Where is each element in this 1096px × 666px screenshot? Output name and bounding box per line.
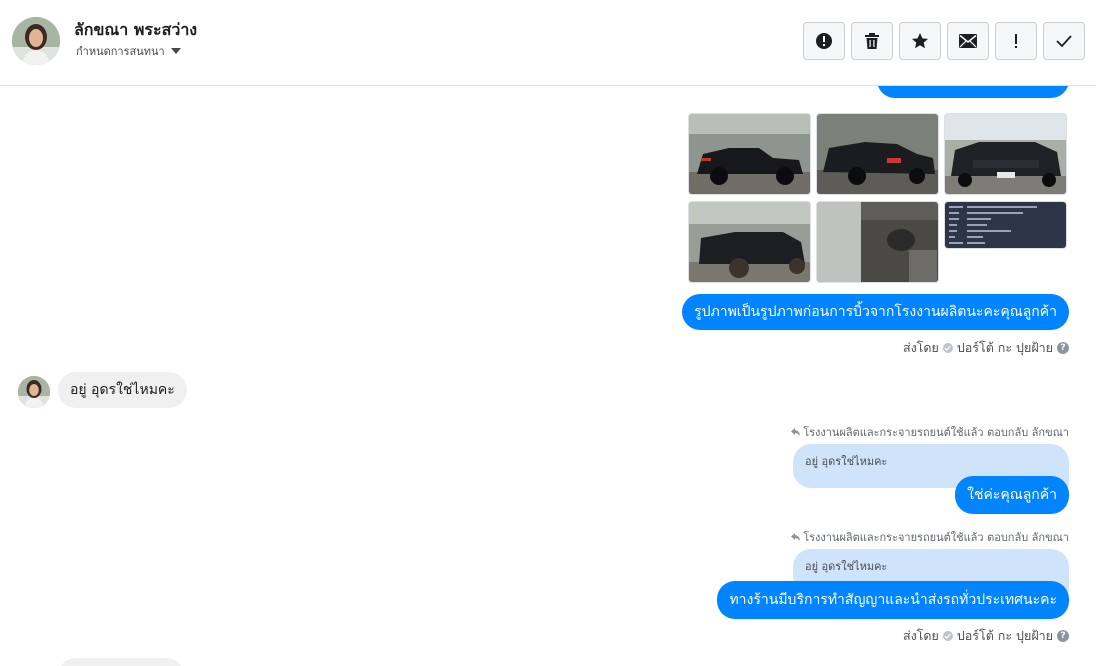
photo-thumbnail[interactable] [944, 201, 1067, 249]
trash-icon [865, 33, 879, 49]
message-bubble-incoming[interactable] [58, 658, 184, 666]
reply-arrow-icon [791, 533, 801, 541]
conversation-toolbar [803, 22, 1085, 60]
quoted-text: อยู่ อุดรใช่ไหมคะ [805, 455, 888, 468]
report-button[interactable] [803, 22, 845, 60]
reply-context-text: โรงงานผลิตและกระจายรถยนต์ใช้แล้ว ตอบกลับ… [803, 426, 1069, 439]
contact-avatar-small[interactable] [18, 376, 50, 408]
delete-button[interactable] [851, 22, 893, 60]
reply-arrow-icon [791, 428, 801, 436]
sender-name[interactable]: ปอร์โต้ กะ ปุยฝ้าย [957, 338, 1053, 358]
envelope-icon [959, 34, 977, 48]
mark-done-button[interactable] [1043, 22, 1085, 60]
sent-by-label: ส่งโดย [902, 628, 939, 643]
message-thread[interactable]: รูปภาพเป็นรูปภาพก่อนการบิ้วจากโรงงานผลิต… [0, 86, 1096, 666]
quoted-text: อยู่ อุดรใช่ไหมคะ [805, 560, 888, 573]
conversation-header: ลักขณา พระสว่าง กำหนดการสนทนา [0, 0, 1096, 86]
message-bubble-outgoing[interactable]: ทางร้านมีบริการทำสัญญาและนำส่งรถทั่วประเ… [717, 581, 1069, 619]
check-icon [1056, 35, 1072, 48]
help-icon[interactable]: ? [1057, 342, 1069, 354]
message-text: อยู่ อุดรใช่ไหมคะ [70, 382, 175, 398]
message-bubble-outgoing[interactable]: รูปภาพเป็นรูปภาพก่อนการบิ้วจากโรงงานผลิต… [682, 294, 1069, 330]
message-text: รูปภาพเป็นรูปภาพก่อนการบิ้วจากโรงงานผลิต… [694, 304, 1057, 320]
photo-thumbnail[interactable] [944, 113, 1067, 195]
message-bubble-outgoing[interactable]: ใช่ค่ะคุณลูกค้า [955, 476, 1069, 514]
message-bubble-incoming[interactable]: อยู่ อุดรใช่ไหมคะ [58, 372, 187, 408]
reply-context: โรงงานผลิตและกระจายรถยนต์ใช้แล้ว ตอบกลับ… [791, 423, 1069, 441]
photo-thumbnail[interactable] [816, 113, 939, 195]
reply-context: โรงงานผลิตและกระจายรถยนต์ใช้แล้ว ตอบกลับ… [791, 528, 1069, 546]
star-button[interactable] [899, 22, 941, 60]
sent-by-label: ส่งโดย [902, 340, 939, 355]
sent-by-line: ส่งโดย ปอร์โต้ กะ ปุยฝ้าย ? [903, 626, 1069, 646]
contact-name[interactable]: ลักขณา พระสว่าง [74, 18, 197, 43]
star-icon [912, 33, 928, 49]
assign-conversation-dropdown[interactable]: กำหนดการสนทนา [76, 42, 181, 60]
message-text: ทางร้านมีบริการทำสัญญาและนำส่งรถทั่วประเ… [729, 592, 1057, 608]
sent-by-line: ส่งโดย ปอร์โต้ กะ ปุยฝ้าย ? [903, 338, 1069, 358]
assign-label: กำหนดการสนทนา [76, 45, 165, 58]
message-text: ใช่ค่ะคุณลูกค้า [967, 487, 1057, 503]
alert-circle-icon [816, 33, 832, 49]
exclamation-icon [1015, 34, 1017, 48]
caret-down-icon [170, 48, 181, 54]
photo-thumbnail[interactable] [688, 201, 811, 283]
verified-icon [942, 343, 953, 353]
help-icon[interactable]: ? [1057, 630, 1069, 642]
sender-name[interactable]: ปอร์โต้ กะ ปุยฝ้าย [957, 626, 1053, 646]
contact-avatar[interactable] [12, 17, 60, 65]
reply-context-text: โรงงานผลิตและกระจายรถยนต์ใช้แล้ว ตอบกลับ… [803, 531, 1069, 544]
photo-thumbnail[interactable] [688, 113, 811, 195]
verified-icon [942, 631, 953, 641]
spam-button[interactable] [995, 22, 1037, 60]
mark-unread-button[interactable] [947, 22, 989, 60]
photo-thumbnail[interactable] [816, 201, 939, 283]
message-bubble-outgoing[interactable] [877, 86, 1069, 98]
